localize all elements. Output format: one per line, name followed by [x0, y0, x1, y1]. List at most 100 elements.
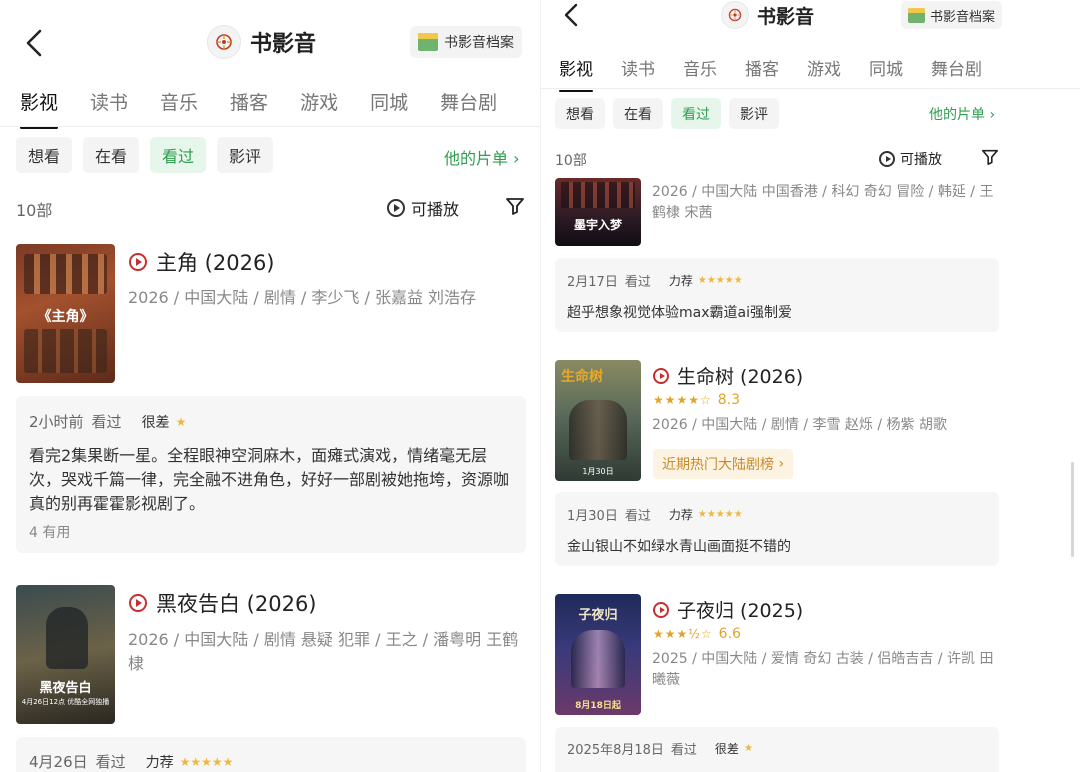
review-card[interactable]: 1月30日 看过 力荐 ★★★★★ 金山银山不如绿水青山画面挺不错的: [555, 492, 999, 566]
filter-icon[interactable]: [981, 148, 999, 166]
poster-figures: [571, 630, 625, 688]
play-circle-icon: [387, 199, 405, 217]
archive-button[interactable]: 书影音档案: [410, 26, 522, 58]
archive-label: 书影音档案: [930, 9, 996, 25]
rating-row: ★★★½☆ 6.6: [653, 626, 741, 642]
chip-watching[interactable]: 在看: [83, 137, 139, 173]
playable-filter[interactable]: 可播放: [879, 149, 942, 169]
item-title[interactable]: 黑夜告白 (2026): [129, 588, 317, 618]
tabs-divider: [0, 126, 540, 127]
scrollbar[interactable]: [1071, 462, 1074, 557]
chevron-left-icon: [564, 3, 578, 27]
tab-movies[interactable]: 影视: [20, 88, 59, 129]
chip-reviews[interactable]: 影评: [217, 137, 273, 173]
chip-watched[interactable]: 看过: [671, 98, 721, 129]
item-title[interactable]: 主角 (2026): [129, 247, 275, 277]
review-stars: ★: [175, 414, 187, 429]
review-status: 看过: [91, 413, 122, 431]
review-stars: ★★★★★: [697, 275, 743, 286]
his-list-link[interactable]: 他的片单 ›: [444, 145, 520, 169]
poster-heiye[interactable]: 黑夜告白 4月26日12点 优酷全网独播: [16, 585, 115, 724]
poster-figures: [569, 400, 627, 460]
review-header: 2小时前 看过 很差 ★: [29, 411, 186, 432]
tab-podcast[interactable]: 播客: [230, 88, 268, 129]
page-header: 书影音: [207, 25, 316, 59]
review-time: 1月30日: [567, 509, 618, 524]
tab-podcast[interactable]: 播客: [745, 55, 779, 92]
poster-title: 生命树: [561, 369, 603, 385]
poster-title: 子夜归: [578, 608, 618, 623]
back-button[interactable]: [563, 2, 579, 28]
tab-games[interactable]: 游戏: [300, 88, 338, 129]
left-screen: 书影音 书影音档案 影视 读书 音乐 播客 游戏 同城 舞台剧 #panel-l…: [0, 0, 540, 772]
tab-books[interactable]: 读书: [621, 55, 655, 92]
poster-title: 黑夜告白: [39, 681, 92, 696]
page-title: 书影音: [757, 5, 815, 28]
poster-shengmingshu[interactable]: 生命树 1月30日: [555, 360, 641, 481]
film-reel-icon: [216, 34, 232, 50]
review-stars: ★★★★★: [179, 754, 234, 769]
chip-watching[interactable]: 在看: [613, 98, 663, 129]
tab-music[interactable]: 音乐: [683, 55, 717, 92]
review-stars: ★★★★★: [697, 509, 743, 520]
item-title[interactable]: 生命树 (2026): [653, 362, 803, 389]
chip-want[interactable]: 想看: [555, 98, 605, 129]
item-title[interactable]: 子夜归 (2025): [653, 596, 803, 623]
poster-ziyegui[interactable]: 子夜归 8月18日起: [555, 594, 641, 715]
tab-local[interactable]: 同城: [370, 88, 408, 129]
filter-icon[interactable]: [505, 196, 525, 216]
archive-label: 书影音档案: [444, 35, 514, 51]
useful-count[interactable]: 4 有用: [29, 522, 70, 542]
play-icon: [129, 594, 147, 612]
tab-stage[interactable]: 舞台剧: [931, 55, 982, 92]
page-title: 书影音: [250, 32, 317, 57]
review-header: 2025年8月18日 看过 很差 ★: [567, 739, 753, 758]
poster-cast-grid: [24, 329, 107, 373]
chip-reviews[interactable]: 影评: [729, 98, 779, 129]
tab-music[interactable]: 音乐: [160, 88, 198, 129]
app-logo: [721, 1, 749, 29]
review-card[interactable]: 2小时前 看过 很差 ★ 看完2集果断一星。全程眼神空洞麻木，面瘫式演戏，情绪毫…: [16, 396, 526, 553]
poster-title: 墨宇入梦: [573, 218, 622, 232]
page-header: 书影音: [721, 1, 814, 29]
poster-moyu[interactable]: 墨宇入梦: [555, 178, 641, 246]
rating-stars: ★★★★☆: [653, 393, 712, 407]
review-status: 看过: [670, 743, 697, 758]
chip-watched[interactable]: 看过: [150, 137, 206, 173]
his-list-link[interactable]: 他的片单 ›: [929, 104, 995, 124]
right-screen: 书影音 书影音档案 影视 读书 音乐 播客 游戏 同城 舞台剧 #panel-r…: [540, 0, 1080, 772]
playable-filter[interactable]: 可播放: [387, 196, 459, 220]
review-header: 1月30日 看过 力荐 ★★★★★: [567, 505, 743, 524]
poster-date: 8月18日起: [575, 701, 621, 711]
review-card[interactable]: 2月17日 看过 力荐 ★★★★★ 超乎想象视觉体验max霸道ai强制爱: [555, 258, 999, 332]
archive-button[interactable]: 书影音档案: [901, 1, 1003, 29]
result-count: 10部: [16, 201, 53, 220]
poster-zhujue[interactable]: 《主角》: [16, 244, 115, 383]
tab-movies[interactable]: 影视: [559, 55, 593, 92]
play-icon: [129, 253, 147, 271]
rank-badge[interactable]: 近期热门大陆剧榜 ›: [653, 449, 794, 479]
review-time: 4月26日: [29, 753, 88, 771]
chip-want[interactable]: 想看: [16, 137, 72, 173]
back-button[interactable]: [24, 28, 44, 58]
tabs-divider: [541, 88, 1080, 89]
review-level: 力荐: [668, 274, 693, 288]
category-tabs: 影视 读书 音乐 播客 游戏 同城 舞台剧: [20, 88, 497, 129]
review-card[interactable]: 4月26日 看过 力荐 ★★★★★: [16, 737, 526, 772]
chevron-right-icon: ›: [508, 149, 520, 168]
tab-books[interactable]: 读书: [90, 88, 128, 129]
review-card[interactable]: 2025年8月18日 看过 很差 ★: [555, 727, 999, 772]
review-stars: ★: [743, 743, 753, 754]
rating-row: ★★★★☆ 8.3: [653, 392, 740, 408]
review-level: 很差: [141, 414, 170, 431]
review-status: 看过: [624, 275, 651, 290]
review-level: 很差: [714, 742, 739, 756]
item-meta: 2026 / 中国大陆 中国香港 / 科幻 奇幻 冒险 / 韩延 / 王鹤棣 宋…: [652, 184, 994, 221]
tab-local[interactable]: 同城: [869, 55, 903, 92]
tab-stage[interactable]: 舞台剧: [440, 88, 497, 129]
archive-box-icon: [908, 7, 925, 23]
category-tabs: 影视 读书 音乐 播客 游戏 同城 舞台剧: [559, 55, 982, 92]
tab-games[interactable]: 游戏: [807, 55, 841, 92]
item-meta: 2026 / 中国大陆 / 剧情 / 李雪 赵烁 / 杨紫 胡歌: [652, 417, 947, 433]
review-text: 超乎想象视觉体验max霸道ai强制爱: [567, 305, 792, 321]
